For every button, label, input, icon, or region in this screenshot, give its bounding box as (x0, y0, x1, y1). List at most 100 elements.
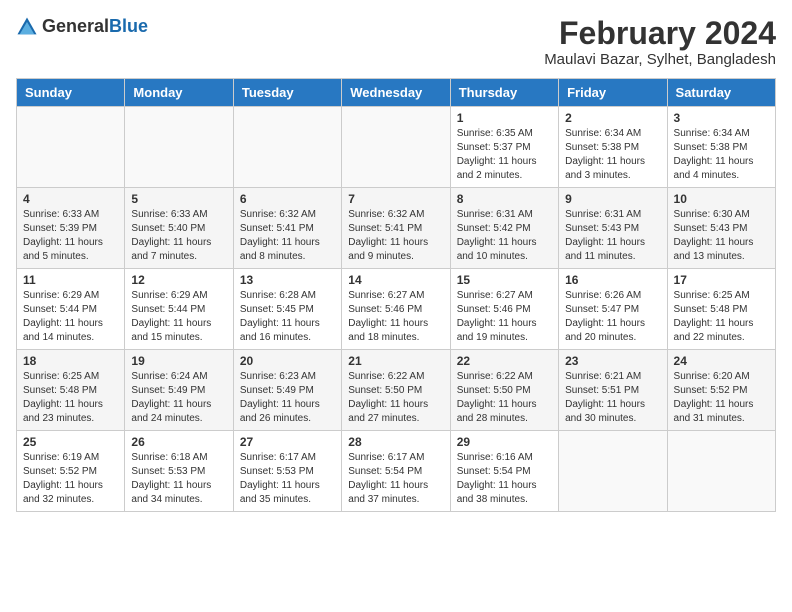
calendar-cell: 16 Sunrise: 6:26 AM Sunset: 5:47 PM Dayli… (559, 269, 667, 350)
calendar-cell: 2 Sunrise: 6:34 AM Sunset: 5:38 PM Daylig… (559, 107, 667, 188)
day-number: 13 (240, 273, 335, 287)
day-info: Sunrise: 6:18 AM Sunset: 5:53 PM Dayligh… (131, 451, 226, 507)
calendar-cell: 23Sunrise: 6:21 AM Sunset: 5:51 PM Dayli… (559, 350, 667, 431)
calendar-cell: 25Sunrise: 6:19 AM Sunset: 5:52 PM Dayli… (17, 431, 125, 512)
day-info: Sunrise: 6:32 AM Sunset: 5:41 PM Dayligh… (240, 208, 335, 264)
day-number: 18 (23, 354, 118, 368)
calendar-cell: 14Sunrise: 6:27 AM Sunset: 5:46 PM Dayli… (342, 269, 450, 350)
day-number: 2 (565, 111, 660, 125)
day-number: 10 (674, 192, 769, 206)
calendar-week-row: 18 Sunrise: 6:25 AM Sunset: 5:48 PM Dayli… (17, 350, 776, 431)
day-number: 17 (674, 273, 769, 287)
calendar-table: SundayMondayTuesdayWednesdayThursdayFrid… (16, 78, 776, 512)
day-number: 5 (131, 192, 226, 206)
day-info: Sunrise: 6:27 AM Sunset: 5:46 PM Dayligh… (457, 289, 552, 345)
day-number: 8 (457, 192, 552, 206)
day-info: Sunrise: 6:33 AM Sunset: 5:40 PM Dayligh… (131, 208, 226, 264)
day-info: Sunrise: 6:31 AM Sunset: 5:43 PM Dayligh… (565, 208, 660, 264)
day-number: 3 (674, 111, 769, 125)
day-number: 15 (457, 273, 552, 287)
calendar-week-row: 11 Sunrise: 6:29 AM Sunset: 5:44 PM Dayli… (17, 269, 776, 350)
day-info: Sunrise: 6:22 AM Sunset: 5:50 PM Dayligh… (348, 370, 443, 426)
title-area: February 2024 Maulavi Bazar, Sylhet, Ban… (544, 16, 776, 68)
calendar-cell: 15 Sunrise: 6:27 AM Sunset: 5:46 PM Dayli… (450, 269, 558, 350)
day-info: Sunrise: 6:22 AM Sunset: 5:50 PM Dayligh… (457, 370, 552, 426)
day-info: Sunrise: 6:17 AM Sunset: 5:54 PM Dayligh… (348, 451, 443, 507)
calendar-day-header: Thursday (450, 79, 558, 107)
calendar-cell: 12 Sunrise: 6:29 AM Sunset: 5:44 PM Dayli… (125, 269, 233, 350)
calendar-cell: 9 Sunrise: 6:31 AM Sunset: 5:43 PM Daylig… (559, 188, 667, 269)
day-info: Sunrise: 6:31 AM Sunset: 5:42 PM Dayligh… (457, 208, 552, 264)
logo: GeneralBlue (16, 16, 148, 38)
logo-text-blue: Blue (109, 16, 148, 36)
calendar-title: February 2024 (544, 16, 776, 51)
day-info: Sunrise: 6:26 AM Sunset: 5:47 PM Dayligh… (565, 289, 660, 345)
calendar-cell: 29 Sunrise: 6:16 AM Sunset: 5:54 PM Dayli… (450, 431, 558, 512)
day-number: 29 (457, 435, 552, 449)
day-number: 22 (457, 354, 552, 368)
calendar-cell: 8 Sunrise: 6:31 AM Sunset: 5:42 PM Daylig… (450, 188, 558, 269)
day-info: Sunrise: 6:25 AM Sunset: 5:48 PM Dayligh… (23, 370, 118, 426)
calendar-cell: 4 Sunrise: 6:33 AM Sunset: 5:39 PM Daylig… (17, 188, 125, 269)
day-info: Sunrise: 6:34 AM Sunset: 5:38 PM Dayligh… (674, 127, 769, 183)
calendar-cell: 24 Sunrise: 6:20 AM Sunset: 5:52 PM Dayli… (667, 350, 775, 431)
calendar-cell (342, 107, 450, 188)
calendar-cell (233, 107, 341, 188)
calendar-cell: 21 Sunrise: 6:22 AM Sunset: 5:50 PM Dayli… (342, 350, 450, 431)
calendar-cell: 6 Sunrise: 6:32 AM Sunset: 5:41 PM Daylig… (233, 188, 341, 269)
calendar-week-row: 4 Sunrise: 6:33 AM Sunset: 5:39 PM Daylig… (17, 188, 776, 269)
day-info: Sunrise: 6:29 AM Sunset: 5:44 PM Dayligh… (131, 289, 226, 345)
calendar-cell: 26Sunrise: 6:18 AM Sunset: 5:53 PM Dayli… (125, 431, 233, 512)
calendar-day-header: Wednesday (342, 79, 450, 107)
day-number: 20 (240, 354, 335, 368)
day-number: 24 (674, 354, 769, 368)
calendar-day-header: Friday (559, 79, 667, 107)
calendar-cell: 27 Sunrise: 6:17 AM Sunset: 5:53 PM Dayli… (233, 431, 341, 512)
day-number: 27 (240, 435, 335, 449)
day-info: Sunrise: 6:20 AM Sunset: 5:52 PM Dayligh… (674, 370, 769, 426)
calendar-header-row: SundayMondayTuesdayWednesdayThursdayFrid… (17, 79, 776, 107)
day-info: Sunrise: 6:24 AM Sunset: 5:49 PM Dayligh… (131, 370, 226, 426)
day-info: Sunrise: 6:35 AM Sunset: 5:37 PM Dayligh… (457, 127, 552, 183)
day-info: Sunrise: 6:33 AM Sunset: 5:39 PM Dayligh… (23, 208, 118, 264)
calendar-cell: 1Sunrise: 6:35 AM Sunset: 5:37 PM Daylig… (450, 107, 558, 188)
day-info: Sunrise: 6:27 AM Sunset: 5:46 PM Dayligh… (348, 289, 443, 345)
day-info: Sunrise: 6:29 AM Sunset: 5:44 PM Dayligh… (23, 289, 118, 345)
calendar-cell: 18 Sunrise: 6:25 AM Sunset: 5:48 PM Dayli… (17, 350, 125, 431)
day-number: 16 (565, 273, 660, 287)
day-number: 4 (23, 192, 118, 206)
calendar-cell: 13 Sunrise: 6:28 AM Sunset: 5:45 PM Dayli… (233, 269, 341, 350)
calendar-cell: 7Sunrise: 6:32 AM Sunset: 5:41 PM Daylig… (342, 188, 450, 269)
day-number: 9 (565, 192, 660, 206)
calendar-week-row: 25Sunrise: 6:19 AM Sunset: 5:52 PM Dayli… (17, 431, 776, 512)
day-number: 21 (348, 354, 443, 368)
calendar-day-header: Monday (125, 79, 233, 107)
logo-icon (16, 16, 38, 38)
calendar-cell (667, 431, 775, 512)
calendar-cell: 19 Sunrise: 6:24 AM Sunset: 5:49 PM Dayli… (125, 350, 233, 431)
calendar-day-header: Saturday (667, 79, 775, 107)
day-number: 6 (240, 192, 335, 206)
calendar-cell: 11 Sunrise: 6:29 AM Sunset: 5:44 PM Dayli… (17, 269, 125, 350)
calendar-day-header: Sunday (17, 79, 125, 107)
calendar-cell: 22 Sunrise: 6:22 AM Sunset: 5:50 PM Dayli… (450, 350, 558, 431)
day-number: 7 (348, 192, 443, 206)
calendar-cell: 3 Sunrise: 6:34 AM Sunset: 5:38 PM Daylig… (667, 107, 775, 188)
day-number: 28 (348, 435, 443, 449)
day-info: Sunrise: 6:30 AM Sunset: 5:43 PM Dayligh… (674, 208, 769, 264)
calendar-cell: 28 Sunrise: 6:17 AM Sunset: 5:54 PM Dayli… (342, 431, 450, 512)
day-number: 11 (23, 273, 118, 287)
day-number: 19 (131, 354, 226, 368)
day-info: Sunrise: 6:19 AM Sunset: 5:52 PM Dayligh… (23, 451, 118, 507)
calendar-cell (125, 107, 233, 188)
day-number: 12 (131, 273, 226, 287)
calendar-cell (17, 107, 125, 188)
day-info: Sunrise: 6:17 AM Sunset: 5:53 PM Dayligh… (240, 451, 335, 507)
day-info: Sunrise: 6:28 AM Sunset: 5:45 PM Dayligh… (240, 289, 335, 345)
day-info: Sunrise: 6:34 AM Sunset: 5:38 PM Dayligh… (565, 127, 660, 183)
logo-text-general: General (42, 16, 109, 36)
day-info: Sunrise: 6:21 AM Sunset: 5:51 PM Dayligh… (565, 370, 660, 426)
page-header: GeneralBlue February 2024 Maulavi Bazar,… (16, 16, 776, 68)
calendar-week-row: 1Sunrise: 6:35 AM Sunset: 5:37 PM Daylig… (17, 107, 776, 188)
day-info: Sunrise: 6:16 AM Sunset: 5:54 PM Dayligh… (457, 451, 552, 507)
